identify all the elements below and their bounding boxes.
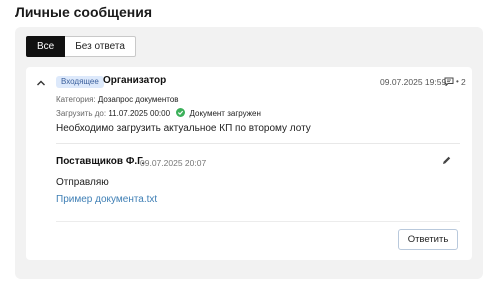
tab-all[interactable]: Все xyxy=(26,36,66,57)
tab-unanswered[interactable]: Без ответа xyxy=(65,36,136,57)
comment-icon xyxy=(444,77,454,86)
upload-date: 11.07.2025 00:00 xyxy=(108,109,171,118)
chevron-up-icon[interactable] xyxy=(36,79,46,87)
message-text: Необходимо загрузить актуальное КП по вт… xyxy=(56,123,311,134)
pencil-icon[interactable] xyxy=(441,155,452,166)
upload-status: Документ загружен xyxy=(189,109,261,118)
divider xyxy=(56,143,460,144)
upload-row: Загрузить до: 11.07.2025 00:00 Документ … xyxy=(56,108,261,118)
message-card: Входящее Организатор 09.07.2025 19:59 • … xyxy=(26,67,472,260)
category-value: Дозапрос документов xyxy=(97,95,179,104)
check-circle-icon xyxy=(176,108,186,117)
comments-separator: • xyxy=(456,77,459,86)
reply-text: Отправляю xyxy=(56,177,109,188)
messages-panel: Все Без ответа Входящее Организатор 09.0… xyxy=(15,27,483,279)
reply-date: 09.07.2025 20:07 xyxy=(140,158,207,168)
reply-button[interactable]: Ответить xyxy=(398,229,458,250)
message-date: 09.07.2025 19:59 xyxy=(380,77,447,87)
category-label: Категория: xyxy=(56,95,96,104)
category-row: Категория: Дозапрос документов xyxy=(56,95,179,104)
comments-count: 2 xyxy=(461,77,466,87)
attachment-link[interactable]: Пример документа.txt xyxy=(56,194,157,205)
upload-label: Загрузить до: xyxy=(56,109,107,118)
divider xyxy=(56,221,460,222)
message-sender: Организатор xyxy=(103,75,167,86)
reply-author: Поставщиков Ф.Г. xyxy=(56,156,145,167)
tabs: Все Без ответа xyxy=(26,36,136,57)
status-badge: Входящее xyxy=(56,76,104,88)
page-title: Личные сообщения xyxy=(15,4,153,20)
